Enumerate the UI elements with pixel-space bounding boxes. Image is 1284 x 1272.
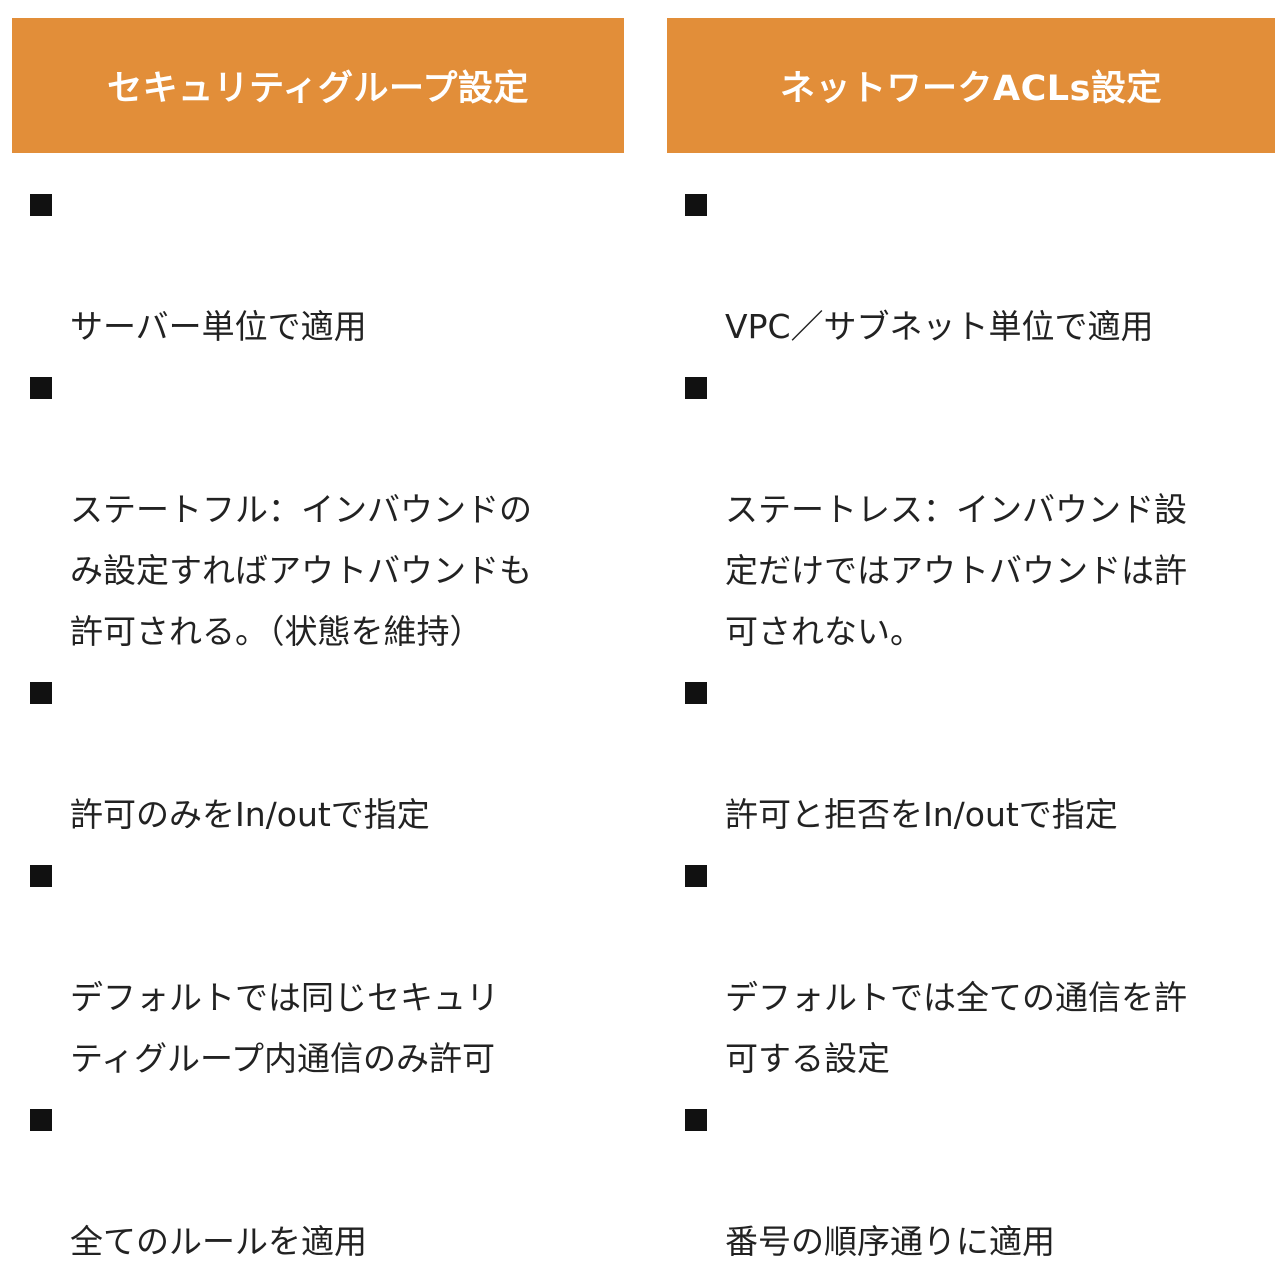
list-item-text: 許可と拒否をIn/outで指定 [725, 795, 1118, 834]
list-item-text: ステートフル：インバウンドの み設定すればアウトバウンドも 許可される。（状態を… [70, 490, 532, 651]
square-bullet-icon [30, 1109, 52, 1131]
network-acl-list: VPC／サブネット単位で適用 ステートレス：インバウンド設 定だけではアウトバウ… [667, 174, 1275, 1272]
list-item-text: デフォルトでは同じセキュリ ティグループ内通信のみ許可 [70, 978, 499, 1078]
list-item: 許可と拒否をIn/outで指定 [667, 662, 1225, 845]
list-item-text: サーバー単位で適用 [70, 307, 367, 346]
list-item: 番号の順序通りに適用 [667, 1089, 1225, 1272]
network-acl-column: ネットワークACLs設定 VPC／サブネット単位で適用 ステートレス：インバウン… [667, 18, 1275, 1272]
square-bullet-icon [30, 865, 52, 887]
list-item: 全てのルールを適用 [12, 1089, 570, 1272]
list-item: ステートレス：インバウンド設 定だけではアウトバウンドは許 可されない。 [667, 357, 1225, 662]
list-item-text: デフォルトでは全ての通信を許 可する設定 [725, 978, 1187, 1078]
list-item-text: VPC／サブネット単位で適用 [725, 307, 1154, 346]
list-item-text: 全てのルールを適用 [70, 1222, 367, 1261]
square-bullet-icon [685, 682, 707, 704]
list-item: VPC／サブネット単位で適用 [667, 174, 1225, 357]
square-bullet-icon [685, 1109, 707, 1131]
square-bullet-icon [30, 194, 52, 216]
list-item-text: ステートレス：インバウンド設 定だけではアウトバウンドは許 可されない。 [725, 490, 1187, 651]
list-item-text: 番号の順序通りに適用 [725, 1222, 1055, 1261]
square-bullet-icon [685, 865, 707, 887]
network-acl-header: ネットワークACLs設定 [667, 18, 1275, 153]
square-bullet-icon [30, 682, 52, 704]
list-item: デフォルトでは全ての通信を許 可する設定 [667, 845, 1225, 1089]
security-group-header: セキュリティグループ設定 [12, 18, 624, 153]
list-item: 許可のみをIn/outで指定 [12, 662, 570, 845]
square-bullet-icon [30, 377, 52, 399]
security-group-list: サーバー単位で適用 ステートフル：インバウンドの み設定すればアウトバウンドも … [12, 174, 624, 1272]
security-group-column: セキュリティグループ設定 サーバー単位で適用 ステートフル：インバウンドの み設… [12, 18, 624, 1272]
list-item: サーバー単位で適用 [12, 174, 570, 357]
list-item-text: 許可のみをIn/outで指定 [70, 795, 430, 834]
list-item: ステートフル：インバウンドの み設定すればアウトバウンドも 許可される。（状態を… [12, 357, 570, 662]
square-bullet-icon [685, 194, 707, 216]
square-bullet-icon [685, 377, 707, 399]
list-item: デフォルトでは同じセキュリ ティグループ内通信のみ許可 [12, 845, 570, 1089]
